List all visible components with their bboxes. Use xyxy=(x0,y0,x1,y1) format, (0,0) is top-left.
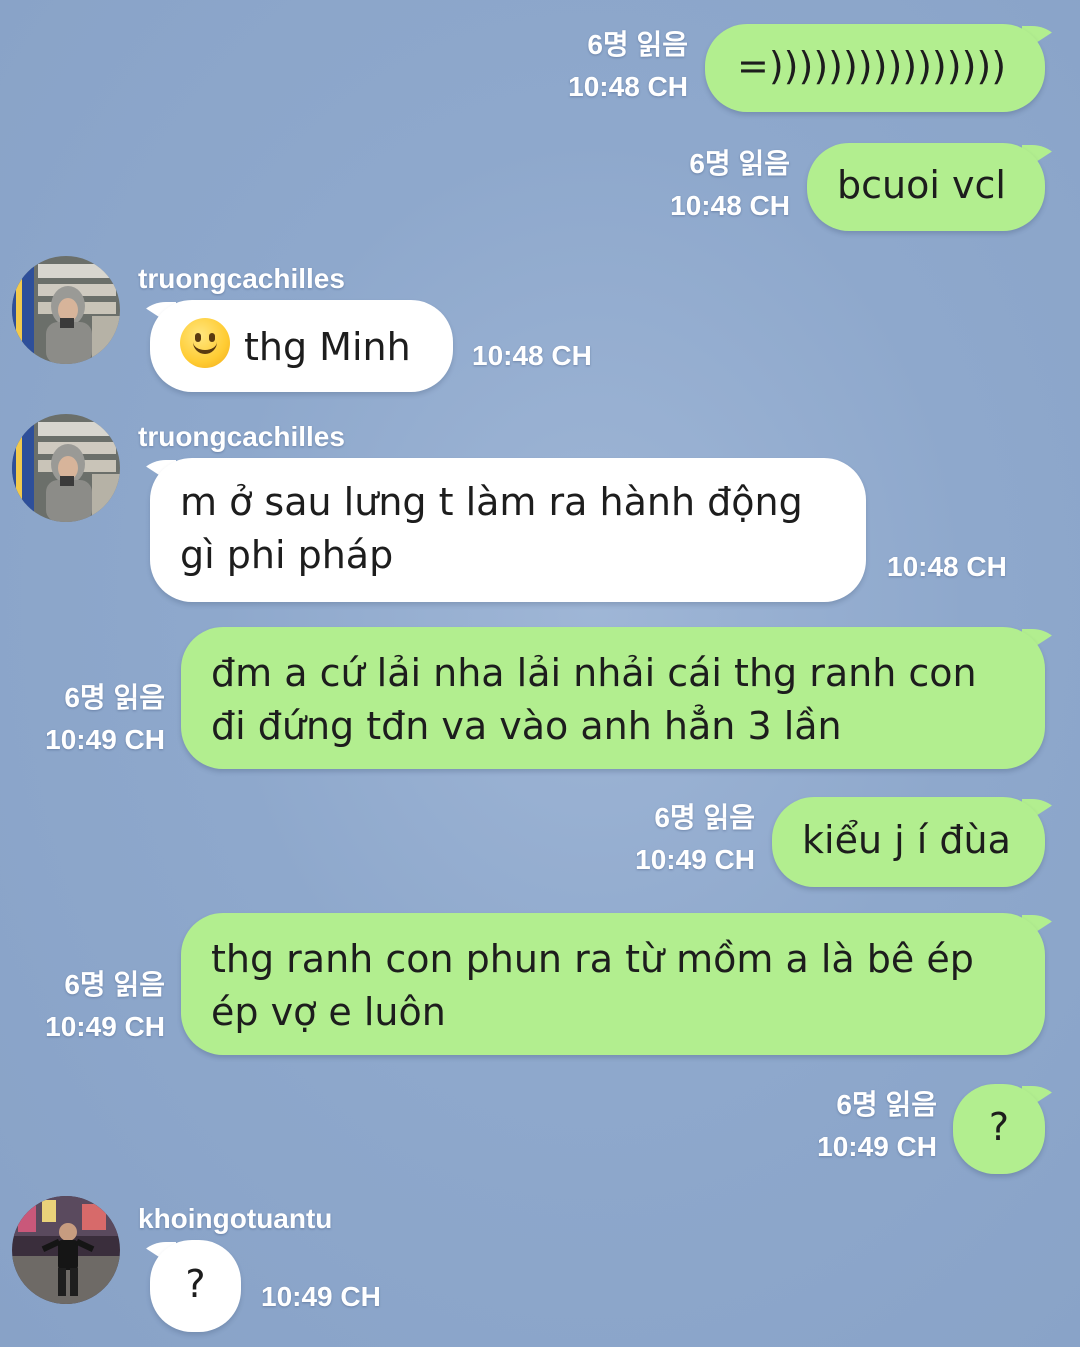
message-time: 10:49 CH xyxy=(261,1281,381,1312)
chat-message-list[interactable]: 6명 읽음 10:48 CH =)))))))))))))))) 6명 읽음 1… xyxy=(0,0,1080,1347)
read-count: 6명 읽음 xyxy=(654,802,755,833)
message-bubble[interactable]: m ở sau lưng t làm ra hành động gì phi p… xyxy=(150,458,866,602)
message-meta: 6명 읽음 10:48 CH xyxy=(670,143,790,227)
message-text: ? xyxy=(988,1105,1010,1149)
message-time: 10:48 CH xyxy=(568,71,688,102)
message-time: 10:49 CH xyxy=(817,1131,937,1162)
message-bubble[interactable]: thg Minh xyxy=(150,300,453,392)
message-time: 10:49 CH xyxy=(45,724,165,755)
sender-name[interactable]: truongcachilles xyxy=(138,262,345,296)
avatar[interactable] xyxy=(12,1196,120,1304)
sender-name[interactable]: khoingotuantu xyxy=(138,1202,332,1236)
message-text-line: thg ranh con phun ra từ mồm a là bê ép xyxy=(211,937,974,981)
message-text-line: ép vợ e luôn xyxy=(211,990,446,1034)
message-bubble[interactable]: ? xyxy=(150,1240,241,1332)
message-text-line: đi đứng tđn va vào anh hẳn 3 lần xyxy=(211,704,842,748)
message-meta: 6명 읽음 10:49 CH xyxy=(635,797,755,881)
message-text: =)))))))))))))))) xyxy=(737,44,1007,88)
avatar[interactable] xyxy=(12,256,120,364)
message-time: 10:49 CH xyxy=(635,844,755,875)
read-count: 6명 읽음 xyxy=(836,1089,937,1120)
message-bubble[interactable]: đm a cứ lải nha lải nhải cái thg ranh co… xyxy=(181,627,1045,769)
message-time: 10:49 CH xyxy=(45,1011,165,1042)
message-text-line: m ở sau lưng t làm ra hành động xyxy=(180,480,803,524)
read-count: 6명 읽음 xyxy=(587,29,688,60)
message-text: ? xyxy=(185,1262,206,1306)
message-text-line: gì phi pháp xyxy=(180,533,394,577)
message-time: 10:48 CH xyxy=(670,190,790,221)
sender-name[interactable]: truongcachilles xyxy=(138,420,345,454)
read-count: 6명 읽음 xyxy=(64,969,165,1000)
message-meta: 6명 읽음 10:48 CH xyxy=(568,24,688,108)
avatar[interactable] xyxy=(12,414,120,522)
message-meta: 6명 읽음 10:49 CH xyxy=(45,964,165,1048)
message-bubble[interactable]: kiểu j í đùa xyxy=(772,797,1045,887)
message-bubble[interactable]: thg ranh con phun ra từ mồm a là bê ép é… xyxy=(181,913,1045,1055)
message-meta: 6명 읽음 10:49 CH xyxy=(45,677,165,761)
message-time: 10:48 CH xyxy=(472,340,592,371)
smiling-face-emoji-icon xyxy=(180,318,230,368)
message-bubble[interactable]: ? xyxy=(953,1084,1045,1174)
read-count: 6명 읽음 xyxy=(64,682,165,713)
read-count: 6명 읽음 xyxy=(689,148,790,179)
message-text: kiểu j í đùa xyxy=(802,818,1011,862)
message-text-line: đm a cứ lải nha lải nhải cái thg ranh co… xyxy=(211,651,977,695)
message-bubble[interactable]: =)))))))))))))))) xyxy=(705,24,1045,112)
message-text: thg Minh xyxy=(244,325,411,369)
message-time: 10:48 CH xyxy=(887,551,1007,582)
message-meta: 6명 읽음 10:49 CH xyxy=(817,1084,937,1168)
message-text: bcuoi vcl xyxy=(837,163,1006,207)
message-bubble[interactable]: bcuoi vcl xyxy=(807,143,1045,231)
